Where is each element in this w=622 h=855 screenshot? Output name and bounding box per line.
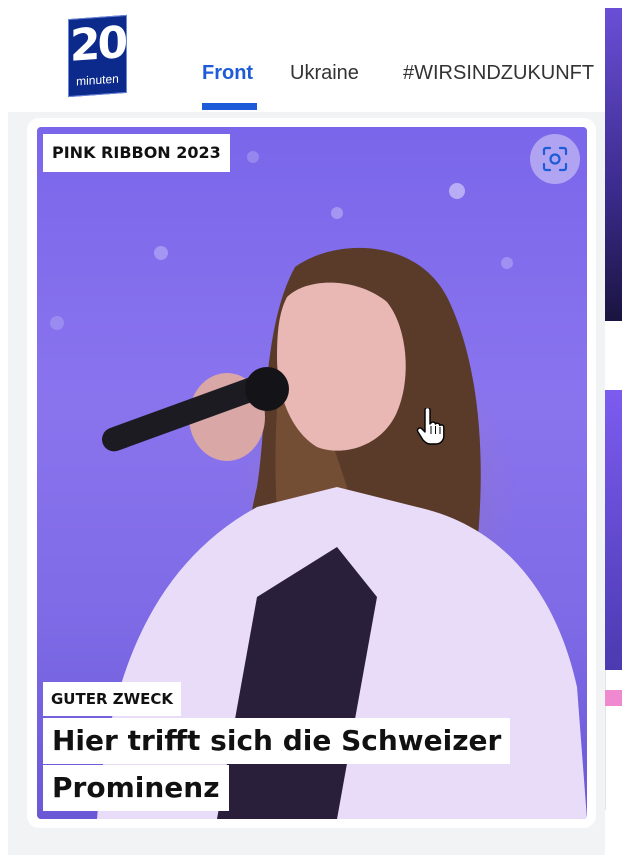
image-zoom-icon	[542, 146, 568, 172]
tab-front[interactable]: Front	[202, 58, 253, 88]
next-card-label-peek	[605, 690, 622, 706]
topic-label[interactable]: PINK RIBBON 2023	[43, 134, 230, 172]
headline-line-2[interactable]: Prominenz	[43, 765, 229, 811]
next-card-image-peek[interactable]	[605, 8, 622, 321]
tab-ukraine[interactable]: Ukraine	[290, 58, 359, 88]
tab-wirsindzukunft[interactable]: #WIRSINDZUKUNFT	[403, 58, 594, 88]
image-zoom-button[interactable]	[530, 134, 580, 184]
site-header: 20 minuten Front Ukraine #WIRSINDZUKUNFT	[0, 0, 622, 112]
kicker-label[interactable]: GUTER ZWECK	[43, 682, 182, 716]
logo-word: minuten	[76, 71, 119, 89]
20-minuten-logo[interactable]: 20 minuten	[68, 14, 127, 98]
headline-line-1[interactable]: Hier trifft sich die Schweizer	[43, 718, 511, 764]
logo-number: 20	[69, 17, 126, 72]
next-card-image-peek-2[interactable]	[605, 390, 622, 670]
hand-pointer-icon	[416, 408, 445, 445]
active-tab-indicator	[202, 103, 257, 110]
